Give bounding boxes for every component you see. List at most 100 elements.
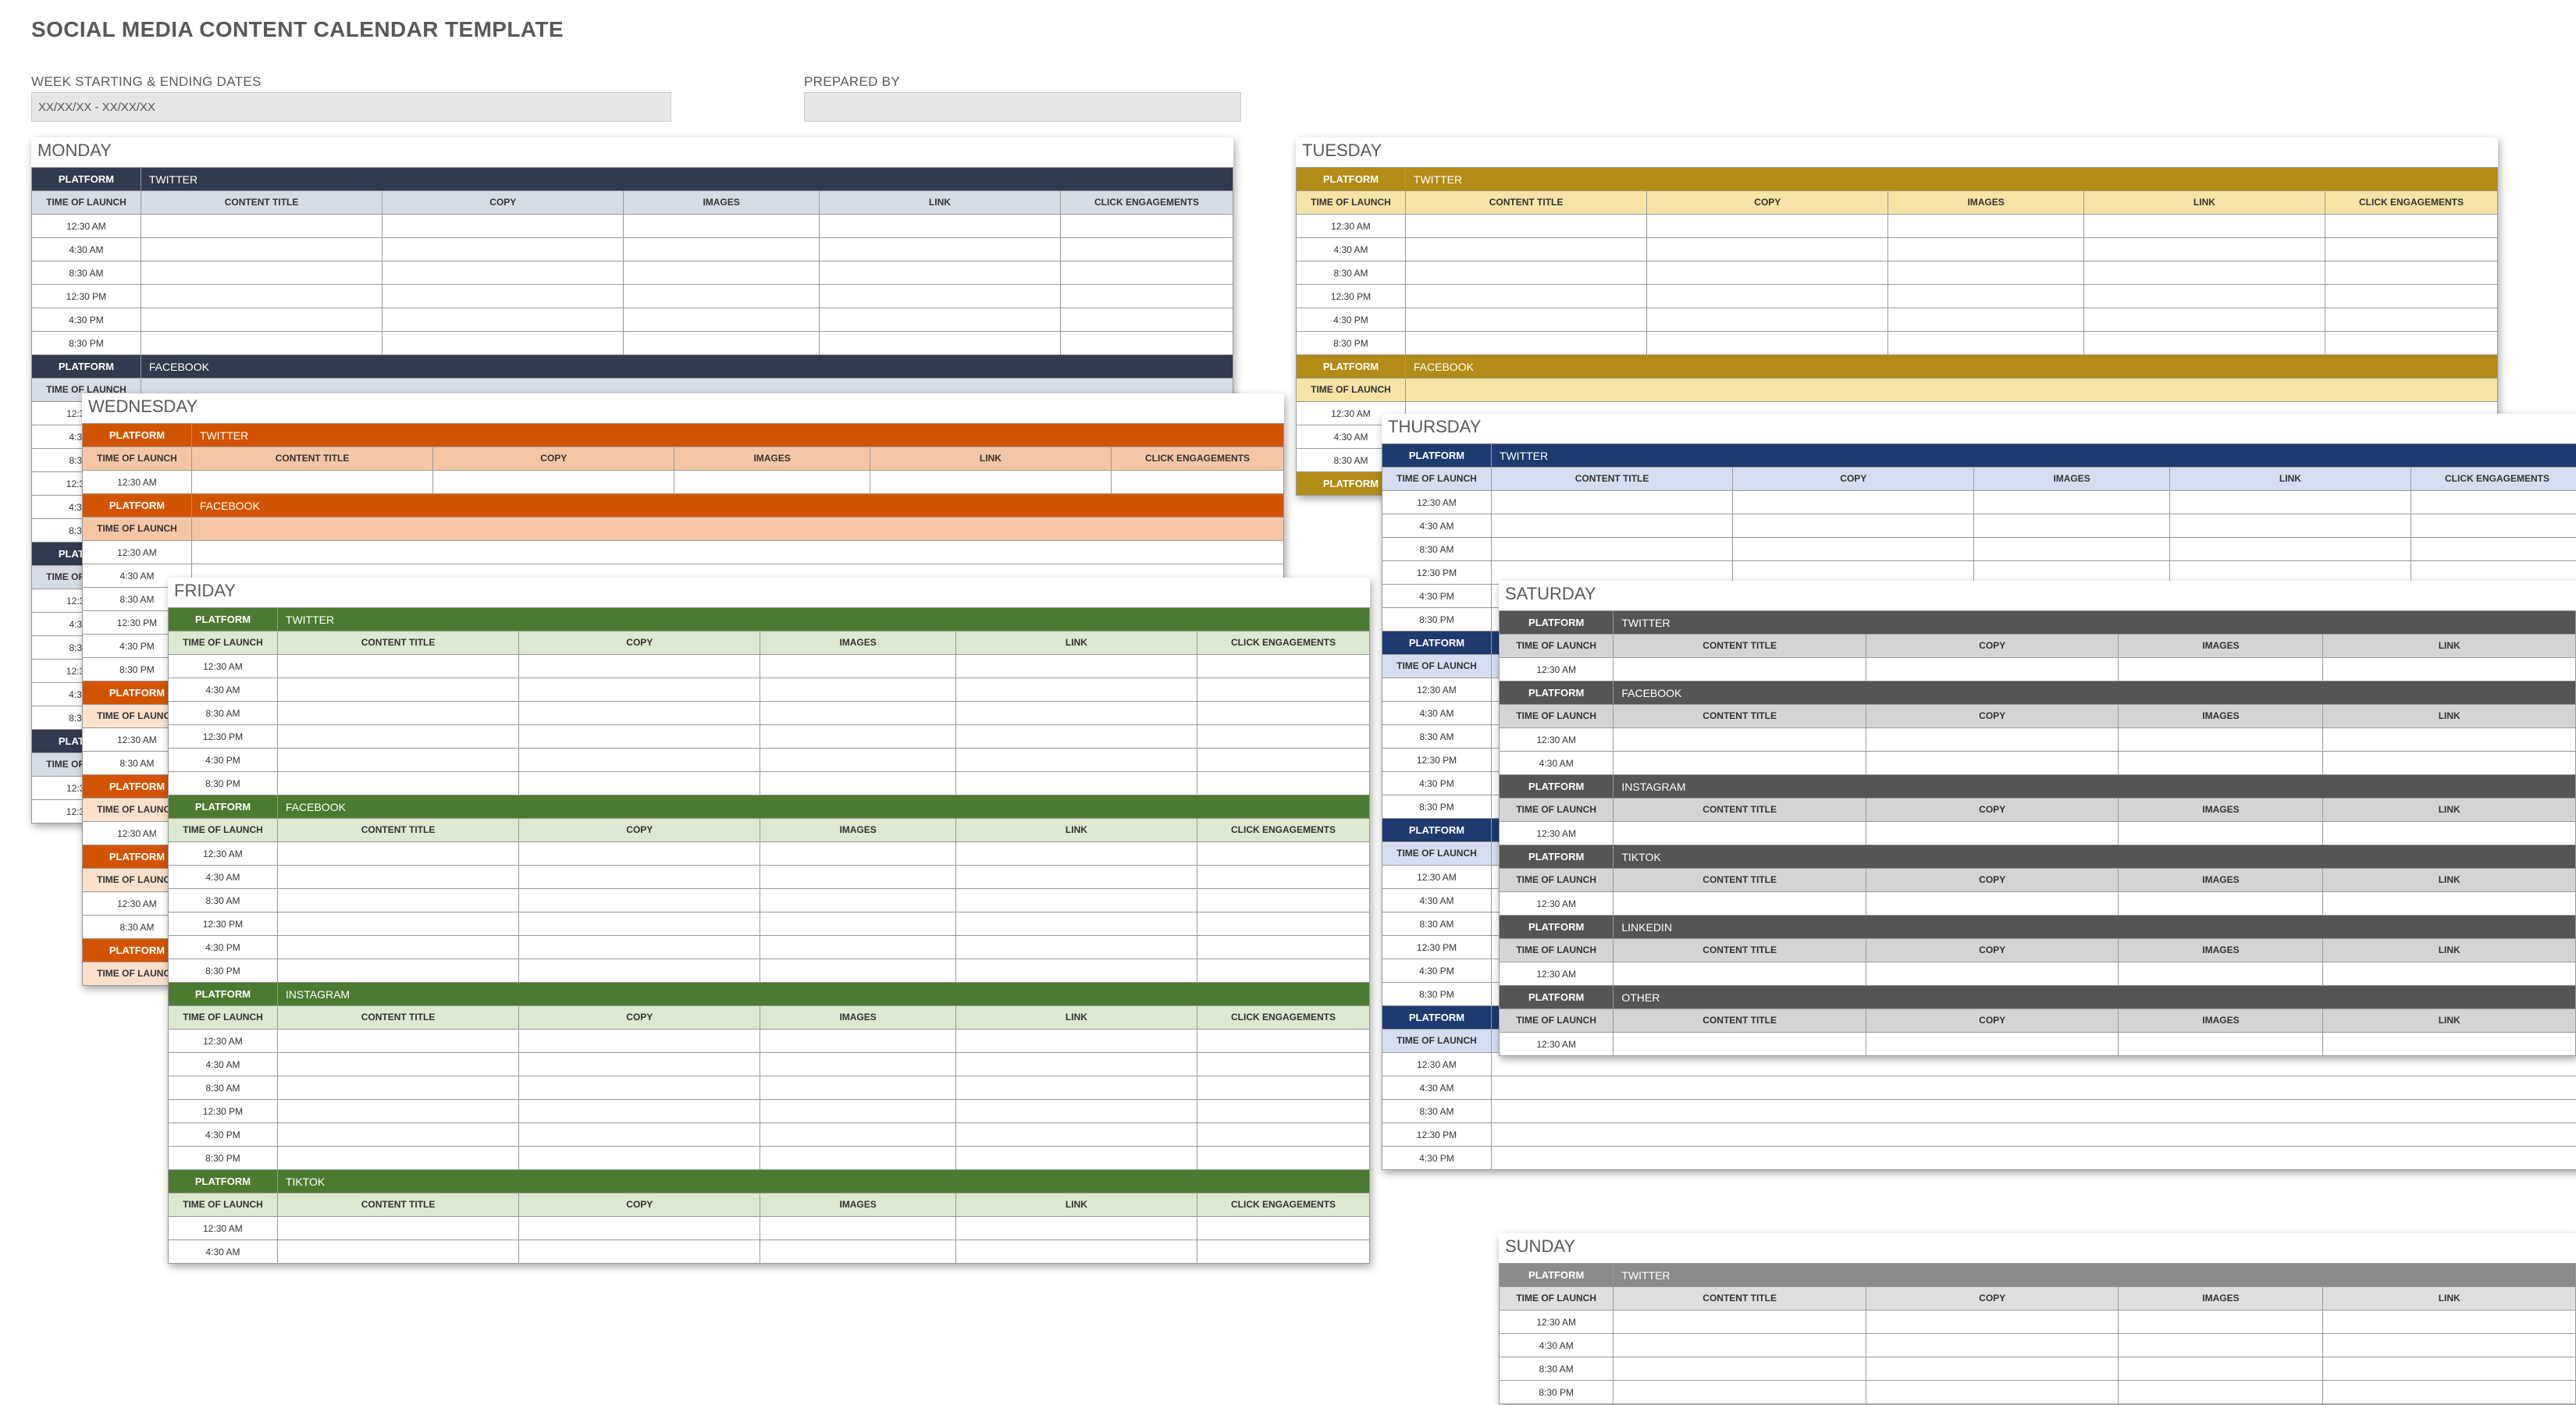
dates-value: XX/XX/XX - XX/XX/XX	[38, 101, 155, 114]
table-row: 4:30 PM	[169, 1123, 1370, 1147]
table-row: 4:30 PM	[1297, 308, 2498, 332]
platform-row: PLATFORMTWITTER	[169, 608, 1370, 631]
platform-row: PLATFORM FACEBOOK	[1297, 355, 2498, 379]
columns-row: TIME OF LAUNCH	[1297, 379, 2498, 402]
platform-row: PLATFORMFACEBOOK	[1500, 681, 2576, 705]
time-cell[interactable]: 12:30 PM	[32, 285, 141, 308]
table-row: 12:30 PM	[32, 285, 1233, 308]
platform-row: PLATFORMTWITTER	[1500, 611, 2576, 635]
columns-row: TIME OF LAUNCH CONTENT TITLE COPY IMAGES…	[169, 631, 1370, 655]
sunday-table: PLATFORMTWITTER TIME OF LAUNCH CONTENT T…	[1499, 1263, 2576, 1404]
columns-row: TIME OF LAUNCH CONTENT TITLE COPY IMAGES…	[169, 1193, 1370, 1217]
columns-row: TIME OF LAUNCH	[83, 518, 1284, 541]
dates-input[interactable]: XX/XX/XX - XX/XX/XX	[31, 92, 671, 122]
table-row: 12:30 AM	[1382, 1053, 2576, 1076]
columns-row: TIME OF LAUNCH CONTENT TITLE COPY IMAGES…	[1500, 869, 2576, 892]
table-row: 12:30 AM	[1500, 728, 2576, 752]
columns-row: TIME OF LAUNCH CONTENT TITLE COPY IMAGES…	[83, 447, 1284, 471]
table-row: 12:30 AM	[169, 1217, 1370, 1240]
table-row: 12:30 AM	[32, 215, 1233, 238]
page-title: SOCIAL MEDIA CONTENT CALENDAR TEMPLATE	[31, 17, 564, 42]
columns-row: TIME OF LAUNCH CONTENT TITLE COPY IMAGES…	[1297, 191, 2498, 215]
columns-row: TIME OF LAUNCH CONTENT TITLE COPY IMAGES…	[1382, 468, 2576, 491]
table-row: 12:30 AM	[169, 655, 1370, 678]
platform-name: TWITTER	[141, 168, 1233, 191]
table-row: 12:30 AM	[83, 541, 1284, 564]
columns-row: TIME OF LAUNCH CONTENT TITLE COPY IMAGES…	[1500, 799, 2576, 822]
columns-row: TIME OF LAUNCH CONTENT TITLE COPY IMAGES…	[32, 191, 1233, 215]
columns-row: TIME OF LAUNCH CONTENT TITLE COPY IMAGES…	[1500, 1009, 2576, 1033]
table-row: 8:30 PM	[169, 1147, 1370, 1170]
table-row: 4:30 AM	[169, 678, 1370, 702]
table-row: 8:30 AM	[169, 1076, 1370, 1100]
table-row: 8:30 AM	[32, 261, 1233, 285]
table-row: 12:30 AM	[1297, 215, 2498, 238]
table-row: 12:30 AM	[1500, 822, 2576, 845]
table-row: 4:30 PM	[169, 936, 1370, 959]
platform-row: PLATFORM TWITTER	[1297, 168, 2498, 191]
dates-label: WEEK STARTING & ENDING DATES	[31, 74, 262, 90]
friday-header: FRIDAY	[168, 578, 1370, 607]
columns-row: TIME OF LAUNCH CONTENT TITLE COPY IMAGES…	[1500, 705, 2576, 728]
table-row: 4:30 AM	[169, 866, 1370, 889]
platform-row: PLATFORMINSTAGRAM	[1500, 775, 2576, 799]
platform-row: PLATFORMTIKTOK	[169, 1170, 1370, 1193]
sunday-card: SUNDAY PLATFORMTWITTER TIME OF LAUNCH CO…	[1499, 1233, 2576, 1404]
table-row: 8:30 PM	[1500, 1381, 2576, 1404]
monday-header: MONDAY	[31, 137, 1233, 167]
platform-row: PLATFORMTWITTER	[1382, 444, 2576, 468]
time-cell[interactable]: 8:30 PM	[32, 332, 141, 355]
col-copy: COPY	[382, 191, 624, 215]
table-row: 8:30 PM	[32, 332, 1233, 355]
time-cell[interactable]: 12:30 AM	[32, 215, 141, 238]
table-row: 4:30 AM	[169, 1053, 1370, 1076]
time-cell[interactable]: 4:30 AM	[32, 238, 141, 261]
friday-table: PLATFORMTWITTER TIME OF LAUNCH CONTENT T…	[168, 607, 1370, 1264]
table-row: 12:30 PM	[169, 1100, 1370, 1123]
table-row: 8:30 AM	[1297, 261, 2498, 285]
table-row: 8:30 PM	[169, 959, 1370, 983]
table-row: 4:30 AM	[32, 238, 1233, 261]
table-row: 12:30 PM	[169, 912, 1370, 936]
sunday-header: SUNDAY	[1499, 1233, 2576, 1263]
table-row: 4:30 AM	[1382, 514, 2576, 538]
platform-row: PLATFORMTWITTER	[83, 424, 1284, 447]
tuesday-header: TUESDAY	[1296, 137, 2498, 167]
table-row: 8:30 AM	[169, 702, 1370, 725]
platform-row: PLATFORM FACEBOOK	[32, 355, 1233, 379]
table-row: 8:30 AM	[1500, 1357, 2576, 1381]
table-row: 8:30 AM	[1382, 1100, 2576, 1123]
table-row: 12:30 AM	[1382, 491, 2576, 514]
platform-row: PLATFORMINSTAGRAM	[169, 983, 1370, 1006]
table-row: 8:30 PM	[1297, 332, 2498, 355]
table-row: 12:30 AM	[1500, 1033, 2576, 1056]
platform-label-cell: PLATFORM	[32, 168, 141, 191]
platform-name: FACEBOOK	[141, 355, 1233, 379]
table-row: 4:30 AM	[1500, 752, 2576, 775]
thursday-header: THURSDAY	[1382, 414, 2576, 443]
table-row: 12:30 PM	[1382, 1123, 2576, 1147]
col-time: TIME OF LAUNCH	[32, 191, 141, 215]
table-row: 12:30 AM	[1500, 1311, 2576, 1334]
platform-row: PLATFORMOTHER	[1500, 986, 2576, 1009]
table-row: 12:30 AM	[1500, 962, 2576, 986]
columns-row: TIME OF LAUNCH CONTENT TITLE COPY IMAGES…	[169, 1006, 1370, 1030]
friday-card: FRIDAY PLATFORMTWITTER TIME OF LAUNCH CO…	[168, 578, 1370, 1264]
columns-row: TIME OF LAUNCH CONTENT TITLE COPY IMAGES…	[169, 819, 1370, 842]
table-row: 4:30 AM	[1382, 1076, 2576, 1100]
table-row: 12:30 AM	[169, 842, 1370, 866]
table-row: 4:30 AM	[169, 1240, 1370, 1264]
table-row: 12:30 AM	[1500, 892, 2576, 916]
prepared-input[interactable]	[804, 92, 1241, 122]
platform-row: PLATFORMFACEBOOK	[169, 795, 1370, 819]
platform-row: PLATFORMTWITTER	[1500, 1264, 2576, 1287]
col-eng: CLICK ENGAGEMENTS	[1061, 191, 1233, 215]
table-row: 12:30 PM	[1297, 285, 2498, 308]
time-cell[interactable]: 4:30 PM	[32, 308, 141, 332]
col-link: LINK	[819, 191, 1060, 215]
platform-row: PLATFORMLINKEDIN	[1500, 916, 2576, 939]
time-cell[interactable]: 8:30 AM	[32, 261, 141, 285]
columns-row: TIME OF LAUNCH CONTENT TITLE COPY IMAGES…	[1500, 1287, 2576, 1311]
saturday-header: SATURDAY	[1499, 581, 2576, 610]
wednesday-header: WEDNESDAY	[82, 393, 1284, 423]
